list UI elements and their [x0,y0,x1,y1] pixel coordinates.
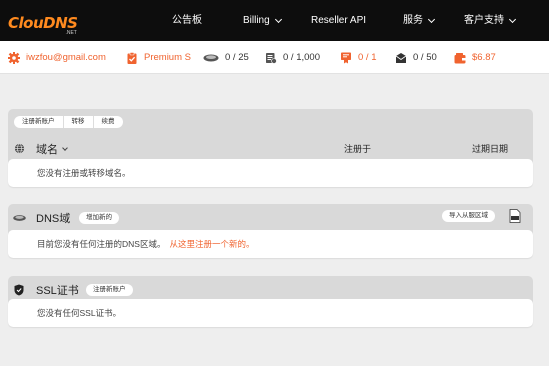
ssl-empty-row: 您没有任何SSL证书。 [8,299,533,327]
domains-empty-message: 您没有注册或转移域名。 [37,159,131,187]
wallet-icon [454,52,466,63]
nav-billing[interactable]: Billing [243,14,282,28]
dns-zones-count: 0 / 25 [225,52,249,63]
chevron-down-icon [62,144,68,151]
clipboard-check-icon [127,51,137,64]
chevron-down-icon [274,15,282,24]
nav-support-label: 客户支持 [464,15,504,26]
records-icon [266,52,277,64]
dns-empty-text: 目前您没有任何注册的DNS区域。 [37,239,166,249]
shield-icon [14,284,24,296]
ssl-empty-text: 您没有任何SSL证书。 [37,308,122,318]
domains-empty-row: 您没有注册或转移域名。 [8,159,533,187]
domain-actions: 注册新账户 转移 续费 [14,116,123,128]
account-email-link[interactable]: iwzfou@gmail.com [8,41,106,74]
cloudns-logo[interactable]: ClouDNS .NET [8,9,78,36]
globe-icon [14,143,25,154]
pdf-file-icon[interactable] [509,209,521,223]
nav-services[interactable]: 服务 [403,14,436,28]
mail-count: 0 / 50 [413,52,437,63]
records-counter[interactable]: 0 / 1,000 [265,41,320,74]
top-navigation-bar: ClouDNS .NET 公告板 Billing Reseller API 服务… [0,0,549,41]
ssl-empty-message: 您没有任何SSL证书。 [37,299,121,327]
ssl-count: 0 / 1 [358,52,377,63]
domains-empty-text: 您没有注册或转移域名。 [37,168,131,178]
dns-title: DNS域 [36,213,71,225]
chevron-down-icon [427,15,436,24]
logo-text: ClouDNS [8,14,78,32]
account-balance[interactable]: $6.87 [454,41,496,74]
account-plan[interactable]: Premium S [126,41,191,74]
dns-zones-panel: DNS域 增加新的 导入从服区域 目前您没有任何注册的DNS区域。 从这里注册一… [8,204,533,258]
dns-zone-icon [203,54,219,61]
certificate-icon [341,52,351,63]
ssl-counter[interactable]: 0 / 1 [340,41,377,74]
gear-icon [8,51,20,64]
mail-counter[interactable]: 0 / 50 [395,41,437,74]
account-plan-label: Premium S [144,52,191,63]
dns-zones-counter[interactable]: 0 / 25 [203,41,249,74]
dns-empty-message: 目前您没有任何注册的DNS区域。 从这里注册一个新的。 [37,230,254,258]
register-domain-button[interactable]: 注册新账户 [14,116,64,128]
register-dns-zone-link[interactable]: 从这里注册一个新的。 [169,238,254,250]
col-registered[interactable]: 注册于 [344,142,371,155]
nav-support[interactable]: 客户支持 [464,14,517,28]
nav-announcements-label: 公告板 [172,15,202,26]
domains-sort-header[interactable]: 域名 [36,141,68,157]
domains-panel: 注册新账户 转移 续费 域名 注册于 过期日期 您没有注册或转移域名。 [8,109,533,187]
records-count: 0 / 1,000 [283,52,320,63]
col-expires[interactable]: 过期日期 [472,142,508,155]
dns-empty-row: 目前您没有任何注册的DNS区域。 从这里注册一个新的。 [8,230,533,258]
account-summary-bar: iwzfou@gmail.com Premium S 0 / 25 0 / 1,… [0,41,549,74]
renew-domain-button[interactable]: 续费 [94,116,123,128]
dns-zone-icon [13,215,26,221]
ssl-panel: SSL证书 注册新账户 您没有任何SSL证书。 [8,276,533,327]
nav-reseller-api-label: Reseller API [311,15,367,26]
domains-title: 域名 [36,144,58,156]
logo-subtext: .NET [65,30,77,36]
register-ssl-button[interactable]: 注册新账户 [86,284,133,296]
balance-amount: $6.87 [472,52,496,63]
mail-forward-icon [395,52,407,63]
account-email: iwzfou@gmail.com [26,52,106,63]
nav-reseller-api[interactable]: Reseller API [311,14,366,28]
chevron-down-icon [508,15,517,24]
transfer-domain-button[interactable]: 转移 [64,116,94,128]
import-zone-button[interactable]: 导入从服区域 [442,210,495,222]
nav-services-label: 服务 [403,15,423,26]
ssl-title: SSL证书 [36,285,79,297]
nav-announcements[interactable]: 公告板 [172,14,202,28]
add-dns-zone-button[interactable]: 增加新的 [79,212,119,224]
nav-billing-label: Billing [243,15,270,26]
